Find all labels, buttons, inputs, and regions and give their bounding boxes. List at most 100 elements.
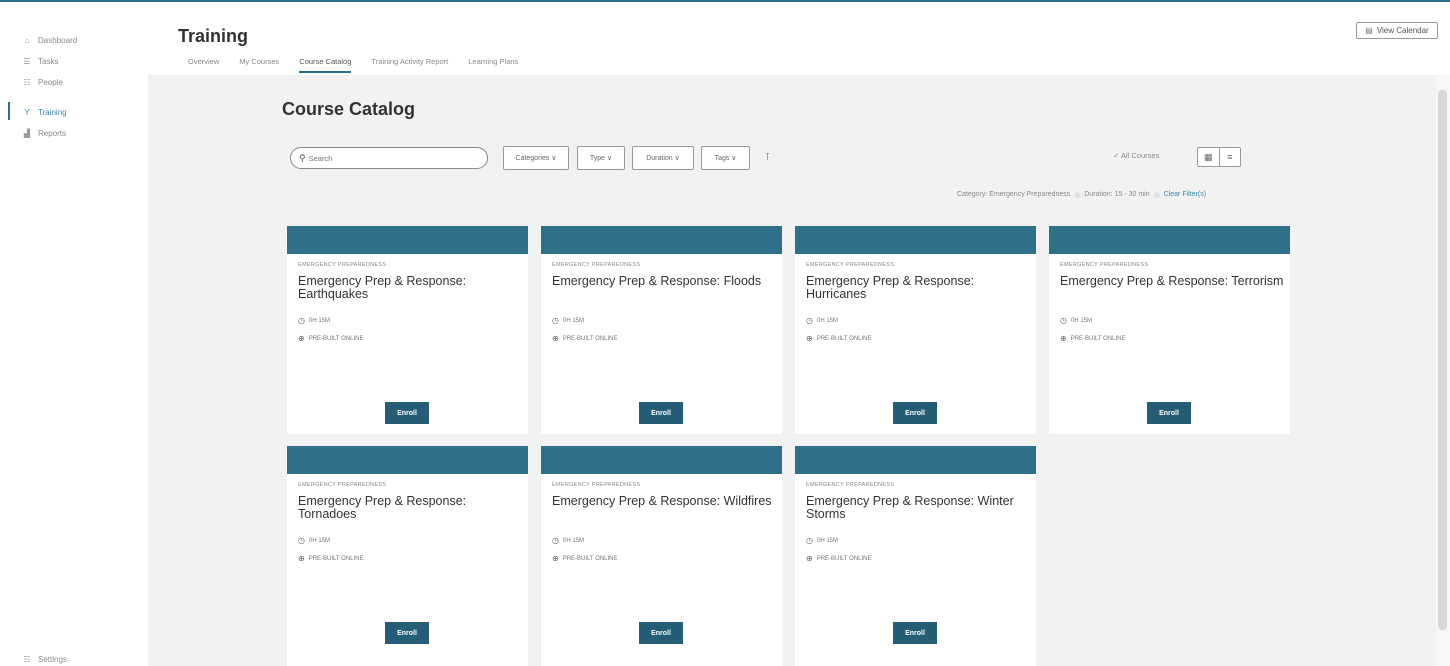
course-duration: ◷ 0H 15M	[1060, 316, 1092, 325]
type-filter[interactable]: Type ∨	[577, 146, 625, 170]
course-card: Emergency Preparedness Emergency Prep & …	[287, 446, 528, 666]
course-duration: ◷ 0H 15M	[806, 316, 838, 325]
sidebar-item-reports[interactable]: ▟ Reports	[22, 125, 66, 141]
sidebar-item-label: Dashboard	[38, 35, 78, 45]
sidebar-item-label: Settings	[38, 654, 67, 664]
enroll-button[interactable]: Enroll	[639, 402, 683, 424]
globe-icon: ⊕	[806, 554, 813, 563]
course-type: ⊕ Pre-Built Online	[298, 334, 364, 343]
categories-filter[interactable]: Categories ∨	[503, 146, 569, 170]
clock-icon: ◷	[552, 316, 559, 325]
card-header-band	[541, 226, 782, 254]
top-accent-line	[0, 0, 1450, 2]
sidebar-item-tasks[interactable]: ☰ Tasks	[22, 53, 58, 69]
type-text: Pre-Built Online	[308, 555, 364, 562]
tab-course-catalog[interactable]: Course Catalog	[299, 57, 352, 73]
type-text: Pre-Built Online	[562, 555, 618, 562]
remove-filter-icon[interactable]: ⓧ	[1074, 191, 1080, 200]
course-title[interactable]: Emergency Prep & Response: Hurricanes	[806, 275, 1031, 301]
course-title[interactable]: Emergency Prep & Response: Floods	[552, 275, 777, 288]
duration-text: 0H 15M	[562, 317, 584, 324]
sidebar-item-label: Training	[38, 107, 67, 117]
globe-icon: ⊕	[806, 334, 813, 343]
card-header-band	[541, 446, 782, 474]
tags-filter[interactable]: Tags ∨	[701, 146, 750, 170]
course-title[interactable]: Emergency Prep & Response: Terrorism	[1060, 275, 1285, 288]
globe-icon: ⊕	[552, 334, 559, 343]
course-title[interactable]: Emergency Prep & Response: Tornadoes	[298, 495, 523, 521]
globe-icon: ⊕	[298, 554, 305, 563]
enroll-button[interactable]: Enroll	[1147, 402, 1191, 424]
course-category: Emergency Preparedness	[298, 262, 387, 268]
people-icon: ☷	[23, 77, 31, 87]
globe-icon: ⊕	[1060, 334, 1067, 343]
course-card: Emergency Preparedness Emergency Prep & …	[287, 226, 528, 434]
reports-icon: ▟	[23, 128, 31, 138]
type-text: Pre-Built Online	[816, 335, 872, 342]
tab-training-activity-report[interactable]: Training Activity Report	[371, 57, 448, 73]
clock-icon: ◷	[1060, 316, 1067, 325]
course-title[interactable]: Emergency Prep & Response: Wildfires	[552, 495, 777, 508]
sidebar-item-training[interactable]: Y Training	[22, 104, 67, 120]
active-indicator	[8, 102, 10, 120]
grid-view-icon[interactable]: ▦	[1198, 148, 1220, 166]
tab-learning-plans[interactable]: Learning Plans	[468, 57, 518, 73]
course-category: Emergency Preparedness	[298, 482, 387, 488]
course-title[interactable]: Emergency Prep & Response: Earthquakes	[298, 275, 523, 301]
enroll-button[interactable]: Enroll	[639, 622, 683, 644]
all-courses-toggle[interactable]: ✓ All Courses	[1113, 151, 1159, 160]
search-input[interactable]	[308, 153, 459, 163]
course-category: Emergency Preparedness	[552, 482, 641, 488]
course-card: Emergency Preparedness Emergency Prep & …	[1049, 226, 1290, 434]
card-header-band	[1049, 226, 1290, 254]
course-duration: ◷ 0H 15M	[298, 316, 330, 325]
enroll-button[interactable]: Enroll	[893, 402, 937, 424]
course-duration: ◷ 0H 15M	[552, 536, 584, 545]
course-type: ⊕ Pre-Built Online	[806, 334, 872, 343]
remove-filter-icon[interactable]: ⓧ	[1154, 191, 1160, 200]
course-card: Emergency Preparedness Emergency Prep & …	[795, 226, 1036, 434]
view-calendar-button[interactable]: ▤ View Calendar	[1356, 22, 1438, 39]
tab-bar: Overview My Courses Course Catalog Train…	[188, 57, 538, 73]
sidebar-item-settings[interactable]: ☷ Settings	[22, 651, 67, 666]
filter-chip-duration: Duration: 15 - 30 min	[1084, 191, 1150, 198]
course-duration: ◷ 0H 15M	[552, 316, 584, 325]
page-title: Training	[178, 26, 249, 46]
enroll-button[interactable]: Enroll	[893, 622, 937, 644]
all-courses-label: All Courses	[1120, 151, 1160, 160]
search-box[interactable]: ⚲	[290, 147, 488, 169]
settings-icon: ☷	[23, 654, 31, 664]
sidebar-item-dashboard[interactable]: ⌂ Dashboard	[22, 32, 78, 48]
course-type: ⊕ Pre-Built Online	[552, 334, 618, 343]
training-icon: Y	[24, 107, 30, 117]
course-title[interactable]: Emergency Prep & Response: Winter Storms	[806, 495, 1031, 521]
card-header-band	[795, 446, 1036, 474]
tab-overview[interactable]: Overview	[188, 57, 219, 73]
type-text: Pre-Built Online	[562, 335, 618, 342]
clear-filters-link[interactable]: Clear Filter(s)	[1164, 191, 1206, 200]
globe-icon: ⊕	[552, 554, 559, 563]
duration-filter[interactable]: Duration ∨	[632, 146, 694, 170]
tab-my-courses[interactable]: My Courses	[239, 57, 279, 73]
sidebar-item-label: Reports	[38, 128, 67, 138]
enroll-button[interactable]: Enroll	[385, 402, 429, 424]
search-icon: ⚲	[299, 152, 306, 163]
course-duration: ◷ 0H 15M	[298, 536, 330, 545]
sidebar: ⌂ Dashboard ☰ Tasks ☷ People Y Training …	[0, 2, 148, 666]
scrollbar-thumb[interactable]	[1438, 90, 1447, 630]
duration-text: 0H 15M	[1070, 317, 1092, 324]
filter-chip-category: Category: Emergency Preparedness	[957, 191, 1071, 198]
home-icon: ⌂	[24, 35, 30, 45]
card-header-band	[795, 226, 1036, 254]
list-view-icon[interactable]: ≡	[1220, 148, 1241, 166]
course-card: Emergency Preparedness Emergency Prep & …	[795, 446, 1036, 666]
filter-funnel-icon[interactable]: ⊺	[765, 152, 770, 163]
sidebar-item-people[interactable]: ☷ People	[22, 74, 63, 90]
calendar-icon: ▤	[1365, 26, 1373, 35]
clock-icon: ◷	[552, 536, 559, 545]
enroll-button[interactable]: Enroll	[385, 622, 429, 644]
duration-text: 0H 15M	[308, 317, 330, 324]
view-calendar-label: View Calendar	[1376, 26, 1429, 35]
card-header-band	[287, 446, 528, 474]
globe-icon: ⊕	[298, 334, 305, 343]
